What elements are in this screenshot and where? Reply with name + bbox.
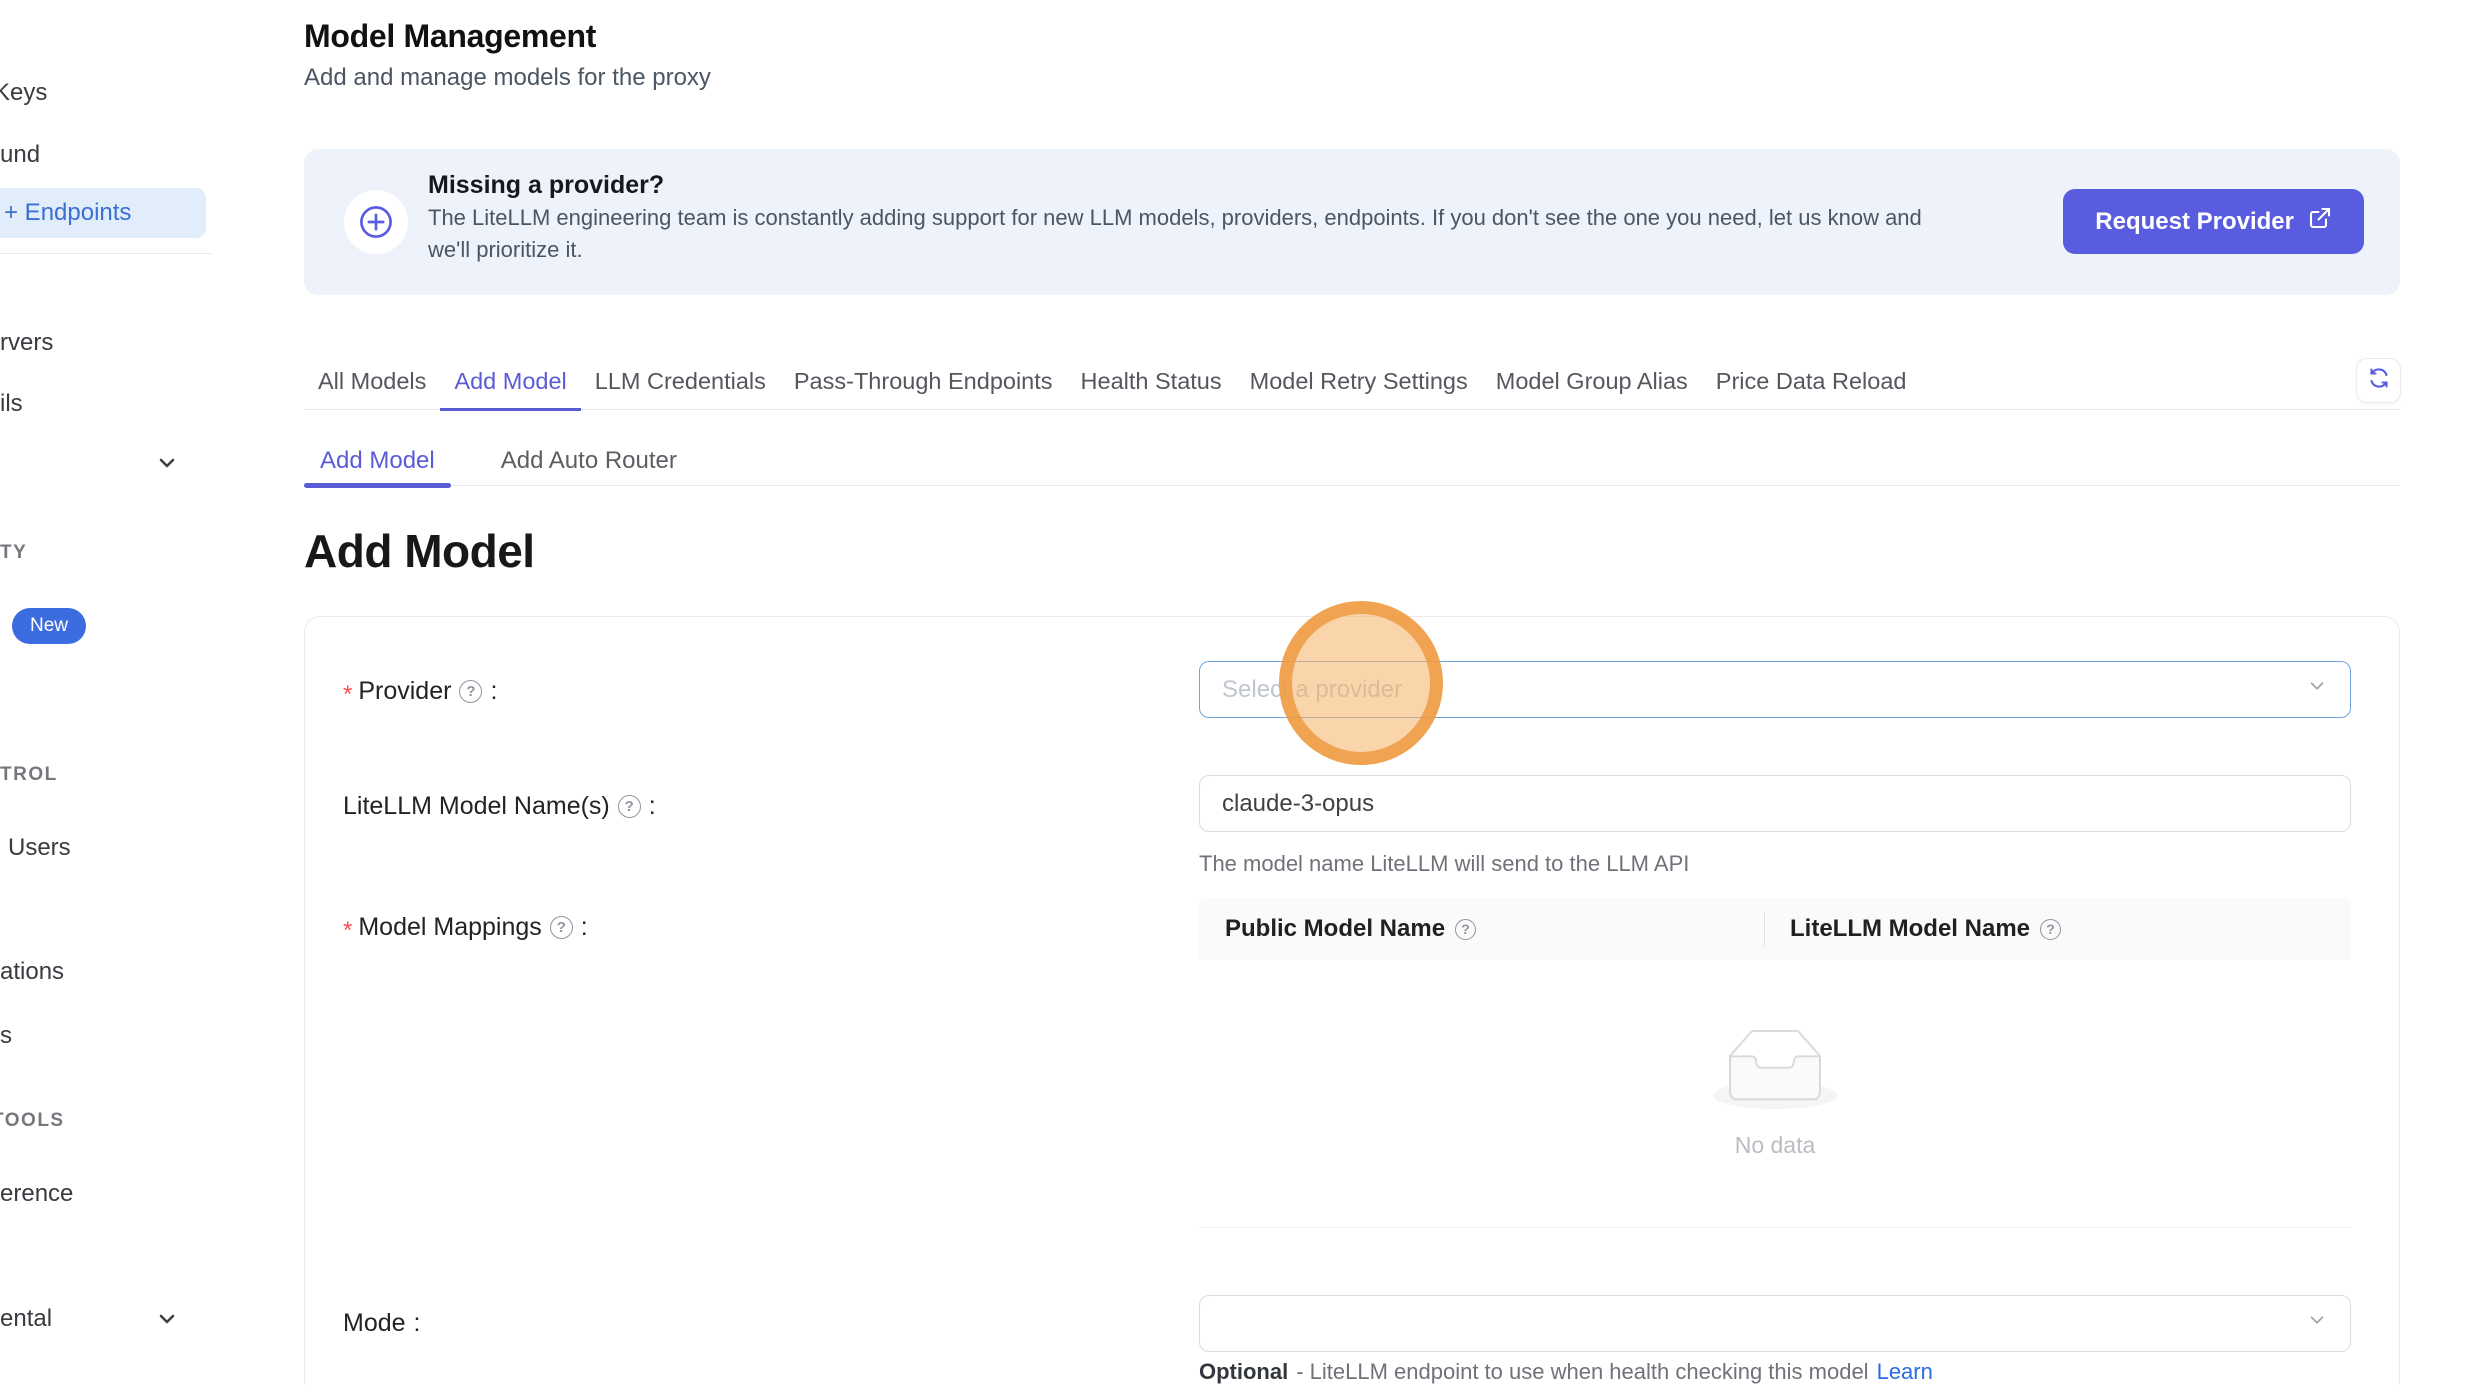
tab-all-models[interactable]: All Models <box>304 368 440 409</box>
label-colon <box>581 913 588 942</box>
tab-health-status[interactable]: Health Status <box>1067 368 1236 409</box>
model-name-label: LiteLLM Model Name(s) <box>343 792 656 821</box>
sidebar-item-users[interactable]: Users <box>8 833 71 863</box>
chevron-down-icon <box>2306 1309 2328 1338</box>
sidebar-item-playground[interactable]: und <box>0 140 40 170</box>
chevron-down-icon <box>2306 675 2328 704</box>
sidebar-item-servers[interactable]: rvers <box>0 328 53 358</box>
banner-text-line2: we'll prioritize it. <box>428 237 583 263</box>
missing-provider-banner: Missing a provider? The LiteLLM engineer… <box>304 149 2400 295</box>
banner-text-line1: The LiteLLM engineering team is constant… <box>428 205 1922 231</box>
required-mark: * <box>343 917 352 945</box>
help-icon[interactable] <box>459 680 482 703</box>
label-colon <box>490 677 497 706</box>
column-divider <box>1764 911 1765 947</box>
mode-help: Optional - LiteLLM endpoint to use when … <box>1199 1359 1933 1385</box>
model-name-label-text: LiteLLM Model Name(s) <box>343 792 610 821</box>
new-badge-label: New <box>30 615 68 637</box>
chevron-down-icon[interactable] <box>155 1307 179 1331</box>
optional-bold: Optional <box>1199 1359 1288 1385</box>
column-label: LiteLLM Model Name <box>1790 915 2030 943</box>
tab-model-group-alias[interactable]: Model Group Alias <box>1482 368 1702 409</box>
mode-select[interactable] <box>1199 1295 2351 1352</box>
provider-placeholder: Select a provider <box>1222 676 1402 704</box>
add-model-form-card: * Provider Select a provider LiteLLM Mod… <box>304 616 2400 1385</box>
provider-label: * Provider <box>343 677 497 706</box>
sidebar: Keys und + Endpoints rvers ils TY New TR… <box>0 0 300 1385</box>
tab-model-retry-settings[interactable]: Model Retry Settings <box>1236 368 1482 409</box>
model-management-page: Keys und + Endpoints rvers ils TY New TR… <box>0 0 2477 1385</box>
mode-label-text: Mode <box>343 1309 406 1338</box>
sidebar-item-endpoints-active[interactable]: + Endpoints <box>0 188 206 238</box>
sidebar-section-ty: TY <box>0 542 27 564</box>
column-litellm-model-name: LiteLLM Model Name <box>1764 915 2061 943</box>
column-public-model-name: Public Model Name <box>1199 915 1764 943</box>
external-link-icon <box>2308 206 2332 237</box>
no-data-text: No data <box>1735 1132 1816 1159</box>
request-provider-button[interactable]: Request Provider <box>2063 189 2364 254</box>
empty-inbox-icon <box>1711 1029 1839 1114</box>
label-colon <box>414 1309 421 1338</box>
refresh-button[interactable] <box>2356 358 2401 403</box>
tab-price-data-reload[interactable]: Price Data Reload <box>1702 368 1921 409</box>
subtab-add-model[interactable]: Add Model <box>304 448 451 485</box>
model-name-help: The model name LiteLLM will send to the … <box>1199 851 1689 877</box>
sidebar-section-control: TROL <box>0 764 58 786</box>
sidebar-item-ils[interactable]: ils <box>0 389 23 419</box>
table-header: Public Model Name LiteLLM Model Name <box>1199 898 2351 960</box>
help-icon[interactable] <box>618 795 641 818</box>
help-icon[interactable] <box>1455 919 1476 940</box>
column-label: Public Model Name <box>1225 915 1445 943</box>
add-model-heading: Add Model <box>304 524 535 578</box>
tab-llm-credentials[interactable]: LLM Credentials <box>581 368 780 409</box>
sidebar-item-teams[interactable]: s <box>0 1021 12 1051</box>
request-provider-label: Request Provider <box>2095 208 2294 236</box>
sidebar-item-experimental[interactable]: ental <box>0 1304 52 1334</box>
provider-label-text: Provider <box>358 677 451 706</box>
page-title: Model Management <box>304 18 596 55</box>
learn-link[interactable]: Learn <box>1877 1359 1933 1385</box>
tab-add-model[interactable]: Add Model <box>440 368 580 411</box>
model-tabs: All Models Add Model LLM Credentials Pas… <box>304 368 2400 410</box>
help-icon[interactable] <box>550 916 573 939</box>
sidebar-item-inference[interactable]: erence <box>0 1179 73 1209</box>
model-name-value: claude-3-opus <box>1222 790 1374 818</box>
refresh-icon <box>2367 366 2391 395</box>
model-mappings-table: Public Model Name LiteLLM Model Name No … <box>1199 898 2351 1228</box>
model-name-input[interactable]: claude-3-opus <box>1199 775 2351 832</box>
mode-label: Mode <box>343 1309 421 1338</box>
new-badge: New <box>12 608 86 644</box>
plus-circle-icon <box>344 190 408 254</box>
provider-select[interactable]: Select a provider <box>1199 661 2351 718</box>
required-mark: * <box>343 681 352 709</box>
sidebar-divider <box>0 253 212 254</box>
model-mappings-label: * Model Mappings <box>343 913 588 942</box>
chevron-down-icon[interactable] <box>155 451 179 475</box>
tab-pass-through-endpoints[interactable]: Pass-Through Endpoints <box>780 368 1067 409</box>
sidebar-item-label: + Endpoints <box>4 199 131 227</box>
optional-text: - LiteLLM endpoint to use when health ch… <box>1296 1359 1868 1385</box>
model-mappings-label-text: Model Mappings <box>358 913 541 942</box>
page-subtitle: Add and manage models for the proxy <box>304 64 711 92</box>
banner-title: Missing a provider? <box>428 171 664 200</box>
sidebar-item-keys[interactable]: Keys <box>0 78 47 108</box>
add-model-subtabs: Add Model Add Auto Router <box>304 448 2400 486</box>
table-empty-state: No data <box>1199 960 2351 1228</box>
label-colon <box>649 792 656 821</box>
sidebar-item-organizations[interactable]: ations <box>0 957 64 987</box>
subtab-add-auto-router[interactable]: Add Auto Router <box>485 448 693 485</box>
sidebar-section-tools: TOOLS <box>0 1110 65 1132</box>
help-icon[interactable] <box>2040 919 2061 940</box>
